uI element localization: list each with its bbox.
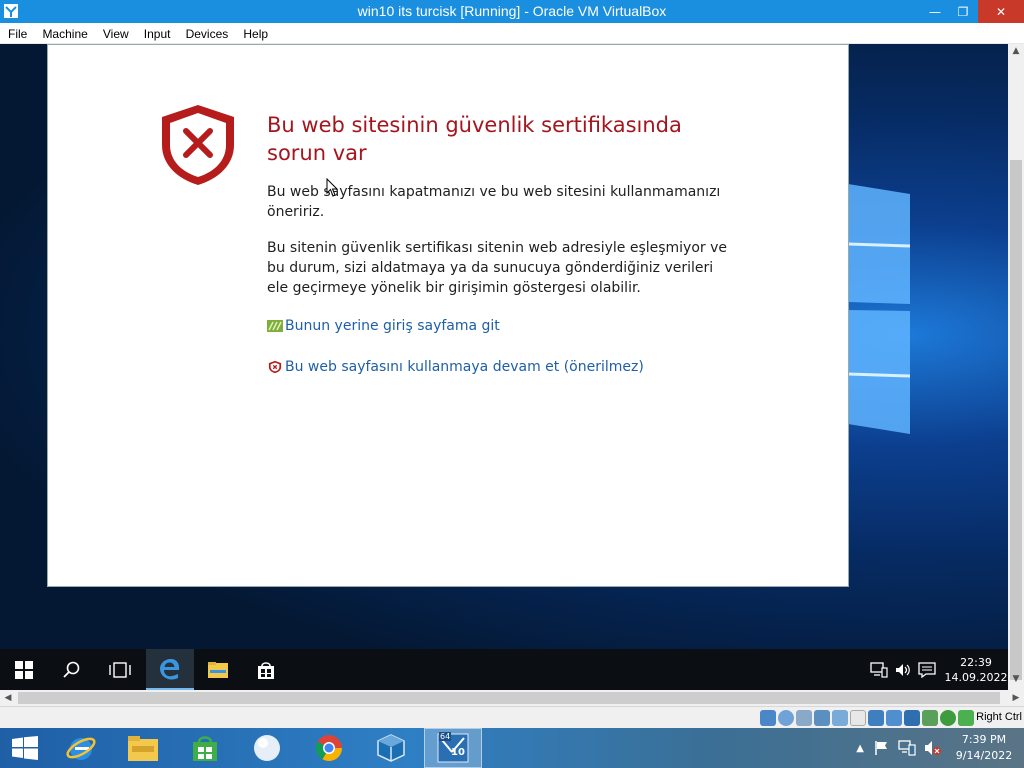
guest-taskbar: 22:39 14.09.2022 — [0, 649, 1008, 690]
audio-icon[interactable] — [796, 710, 812, 726]
volume-muted-icon[interactable] — [924, 740, 942, 756]
vertical-scrollbar[interactable]: ▲ ▼ — [1008, 44, 1024, 690]
shared-folders-icon[interactable] — [850, 710, 866, 726]
host-virtualbox-button[interactable] — [362, 728, 420, 768]
window-titlebar: win10 its turcisk [Running] - Oracle VM … — [0, 0, 1024, 23]
host-date: 9/14/2022 — [955, 749, 1013, 762]
host-ie-button[interactable] — [52, 728, 110, 768]
host-vm-win10-button[interactable]: 64 10 — [424, 728, 482, 768]
guest-system-tray: 22:39 14.09.2022 — [870, 649, 1008, 690]
blank-orb-icon — [254, 735, 280, 761]
guest-date: 14.09.2022 — [944, 670, 1008, 684]
menu-bar: File Machine View Input Devices Help — [0, 23, 1024, 44]
vm-status-bar: Right Ctrl — [0, 706, 1024, 728]
host-store-button[interactable] — [176, 728, 234, 768]
guest-search-button[interactable] — [48, 649, 96, 690]
network-icon[interactable] — [814, 710, 830, 726]
menu-view[interactable]: View — [98, 23, 134, 41]
start-icon — [15, 660, 33, 679]
vm-bits-badge: 64 — [439, 732, 452, 741]
guest-screen[interactable]: Bu web sitesinin güvenlik sertifikasında… — [0, 44, 1008, 690]
guest-file-explorer-button[interactable] — [194, 649, 242, 690]
go-to-homepage-link[interactable]: Bunun yerine giriş sayfama git — [267, 318, 500, 334]
window-title: win10 its turcisk [Running] - Oracle VM … — [357, 3, 667, 19]
recording-icon[interactable] — [904, 710, 920, 726]
chrome-icon — [315, 735, 343, 762]
scroll-up-arrow-icon[interactable]: ▲ — [1008, 46, 1024, 60]
go-to-homepage-label[interactable]: Bunun yerine giriş sayfama git — [285, 318, 500, 334]
hard-disk-icon[interactable] — [760, 710, 776, 726]
virtualbox-icon — [377, 734, 405, 762]
host-taskbar: 64 10 ▲ 7:39 PM 9/14/2022 — [0, 728, 1024, 768]
horizontal-scroll-thumb[interactable] — [18, 692, 1000, 704]
menu-help[interactable]: Help — [238, 23, 273, 41]
guest-additions-icon[interactable] — [940, 710, 956, 726]
store-icon — [258, 661, 274, 679]
scroll-right-arrow-icon[interactable]: ▶ — [1008, 690, 1024, 706]
host-time: 7:39 PM — [961, 733, 1007, 746]
edge-icon — [160, 658, 180, 680]
vm-device-icons — [760, 710, 974, 726]
warning-title: Bu web sitesinin güvenlik sertifikasında… — [267, 113, 682, 165]
usb-icon[interactable] — [832, 710, 848, 726]
certificate-error-page: Bu web sitesinin güvenlik sertifikasında… — [47, 44, 849, 587]
optical-drive-icon[interactable] — [778, 710, 794, 726]
host-key-label: Right Ctrl — [976, 711, 1022, 723]
scroll-down-arrow-icon[interactable]: ▼ — [1008, 674, 1024, 688]
start-icon — [12, 736, 38, 760]
shield-error-icon — [162, 105, 234, 185]
host-system-tray: ▲ 7:39 PM 9/14/2022 — [856, 728, 1024, 768]
host-blank-orb-button[interactable] — [238, 728, 296, 768]
green-check-icon — [267, 320, 283, 332]
internet-explorer-icon — [66, 737, 96, 760]
host-clock[interactable]: 7:39 PM 9/14/2022 — [944, 732, 1024, 764]
action-center-icon[interactable] — [918, 661, 936, 678]
network-icon[interactable] — [870, 661, 888, 678]
task-view-icon — [109, 661, 131, 678]
cpu-icon[interactable] — [922, 710, 938, 726]
minimize-button[interactable]: — — [920, 0, 950, 23]
guest-clock[interactable]: 22:39 14.09.2022 — [944, 655, 1008, 685]
vertical-scroll-thumb[interactable] — [1010, 160, 1022, 680]
show-hidden-icons-button[interactable]: ▲ — [856, 743, 864, 754]
search-icon — [63, 661, 80, 678]
continue-to-website-link[interactable]: Bu web sayfasını kullanmaya devam et (ön… — [267, 359, 644, 375]
scroll-left-arrow-icon[interactable]: ◀ — [0, 690, 16, 706]
video-capture-icon[interactable] — [886, 710, 902, 726]
close-button[interactable]: ✕ — [978, 0, 1024, 23]
guest-start-button[interactable] — [0, 649, 48, 690]
host-file-explorer-button[interactable] — [114, 728, 172, 768]
menu-input[interactable]: Input — [139, 23, 176, 41]
file-explorer-icon — [128, 736, 158, 761]
display-icon[interactable] — [868, 710, 884, 726]
shield-small-icon — [268, 360, 282, 374]
volume-icon[interactable] — [894, 662, 912, 678]
network-icon[interactable] — [898, 740, 916, 756]
action-center-flag-icon[interactable] — [874, 740, 890, 756]
menu-devices[interactable]: Devices — [181, 23, 234, 41]
continue-to-website-label[interactable]: Bu web sayfasını kullanmaya devam et (ön… — [285, 359, 644, 375]
guest-time: 22:39 — [960, 655, 992, 669]
restore-button[interactable]: ❐ — [948, 0, 978, 23]
store-icon — [193, 736, 217, 761]
vm-version-badge: 10 — [451, 747, 465, 758]
windows-logo-wallpaper-icon — [848, 184, 911, 434]
mouse-integration-icon[interactable] — [958, 710, 974, 726]
menu-machine[interactable]: Machine — [37, 23, 92, 41]
menu-file[interactable]: File — [3, 23, 32, 41]
file-explorer-icon — [208, 661, 228, 678]
guest-store-button[interactable] — [242, 649, 290, 690]
mouse-cursor-icon — [326, 178, 339, 197]
host-start-button[interactable] — [0, 728, 50, 768]
guest-task-view-button[interactable] — [96, 649, 144, 690]
host-chrome-button[interactable] — [300, 728, 358, 768]
warning-explanation-text: Bu sitenin güvenlik sertifikası sitenin … — [267, 240, 728, 296]
horizontal-scrollbar[interactable]: ◀ ▶ — [0, 690, 1024, 706]
guest-edge-button[interactable] — [146, 649, 194, 690]
